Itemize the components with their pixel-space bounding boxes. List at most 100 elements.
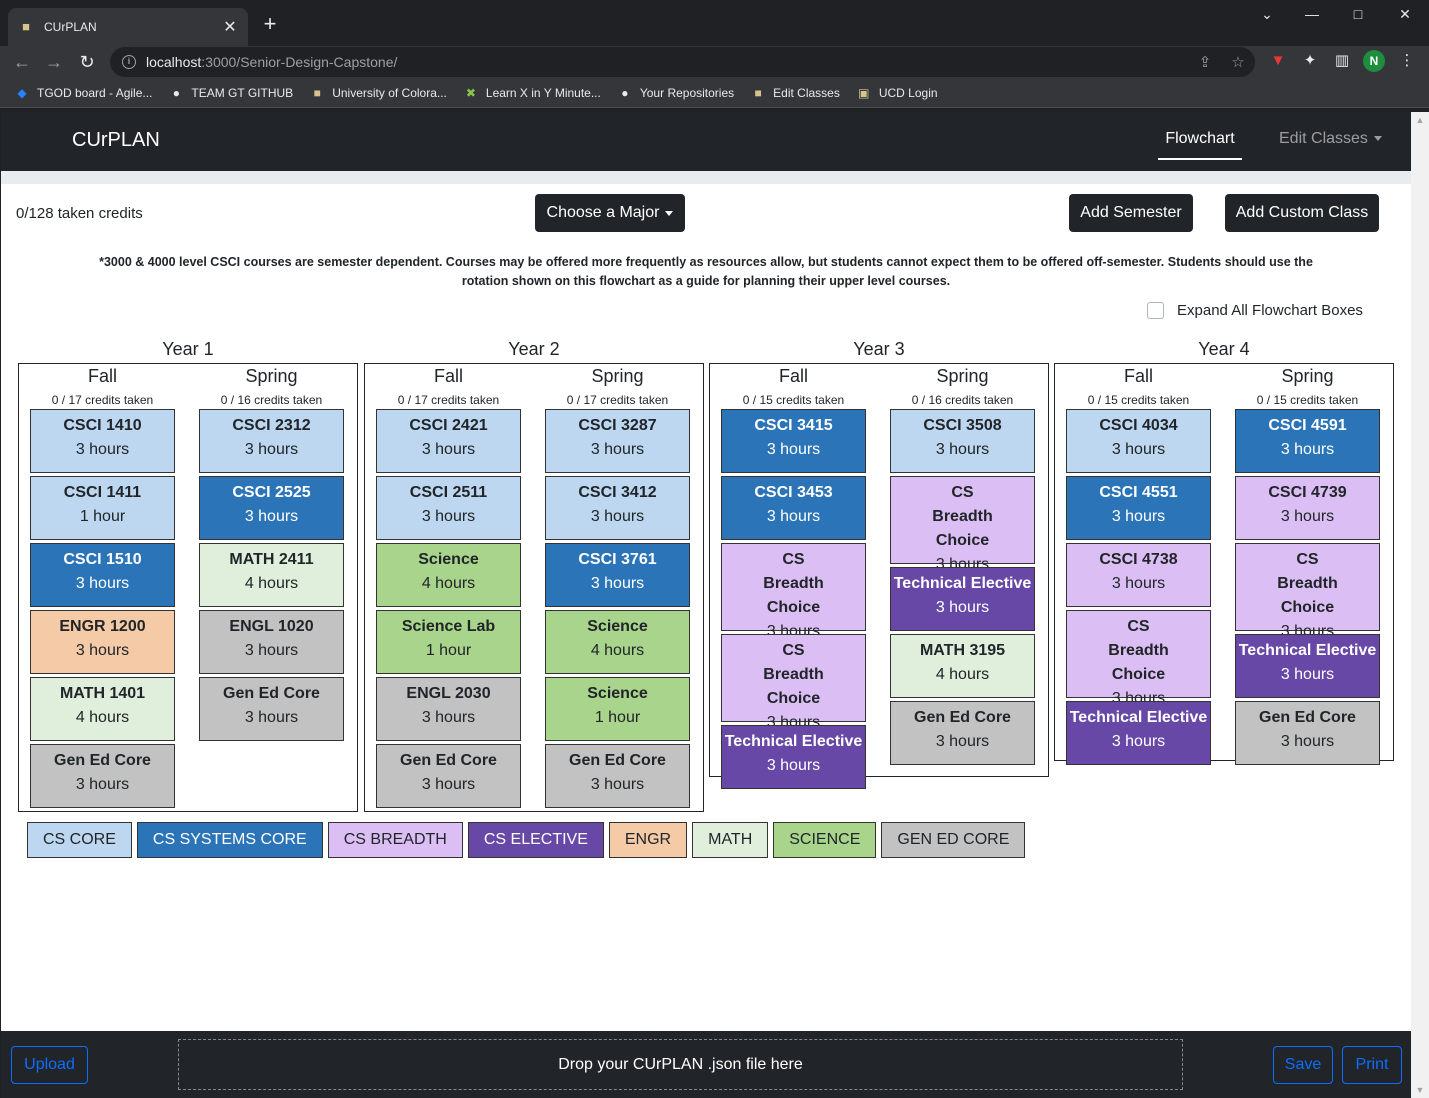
bookmark-label: Your Repositories	[639, 85, 735, 100]
course-box[interactable]: CS Breadth Choice 3 hours	[721, 634, 866, 731]
bookmark-item[interactable]: ◆ TGOD board - Agile...	[14, 85, 152, 101]
course-box[interactable]: CSCI 3412 3 hours	[545, 476, 690, 540]
course-box[interactable]: MATH 3195 4 hours	[890, 634, 1035, 698]
expand-all-toggle[interactable]: Expand All Flowchart Boxes	[1147, 302, 1363, 319]
course-box[interactable]: CSCI 2511 3 hours	[376, 476, 521, 540]
print-button[interactable]: Print	[1342, 1046, 1402, 1084]
brand-logo[interactable]: CUrPLAN	[72, 129, 160, 152]
course-box[interactable]: Technical Elective 3 hours	[1235, 634, 1380, 698]
course-box[interactable]: MATH 1401 4 hours	[30, 677, 175, 741]
browser-tab[interactable]: ■ CUrPLAN ✕	[8, 8, 248, 46]
json-dropzone[interactable]: Drop your CUrPLAN .json file here	[178, 1039, 1183, 1090]
share-icon[interactable]: ⇪	[1195, 53, 1215, 71]
course-hours: 4 hours	[935, 666, 990, 683]
course-box[interactable]: CSCI 4034 3 hours	[1066, 409, 1211, 473]
bookmark-item[interactable]: ■ Edit Classes	[750, 85, 840, 101]
course-box[interactable]: CSCI 4739 3 hours	[1235, 476, 1380, 540]
course-box[interactable]: CSCI 2421 3 hours	[376, 409, 521, 473]
year-title: Year 2	[508, 339, 560, 359]
forward-icon[interactable]: →	[42, 50, 66, 74]
side-panel-icon[interactable]: ▥	[1331, 50, 1353, 72]
course-box[interactable]: Gen Ed Core 3 hours	[376, 744, 521, 808]
course-box[interactable]: CSCI 2525 3 hours	[199, 476, 344, 540]
course-box[interactable]: ENGR 1200 3 hours	[30, 610, 175, 674]
bookmark-item[interactable]: ■ University of Colora...	[309, 85, 447, 101]
course-name: CSCI 3508	[923, 417, 1002, 434]
course-box[interactable]: CS Breadth Choice 3 hours	[890, 476, 1035, 573]
ucd-icon: ▣	[858, 85, 870, 100]
course-name: CSCI 2312	[232, 417, 311, 434]
bookmark-item[interactable]: ▣ UCD Login	[856, 85, 937, 101]
course-box[interactable]: Gen Ed Core 3 hours	[545, 744, 690, 808]
course-box[interactable]: Gen Ed Core 3 hours	[199, 677, 344, 741]
semester-credits: 0 / 17 credits taken	[566, 393, 669, 407]
info-icon[interactable]: i	[122, 55, 136, 69]
course-name: Gen Ed Core	[223, 685, 320, 702]
scroll-down-icon[interactable]: ▼	[1411, 1082, 1429, 1098]
course-box[interactable]: Technical Elective 3 hours	[890, 567, 1035, 631]
course-box[interactable]: Gen Ed Core 3 hours	[890, 701, 1035, 765]
bookmark-item[interactable]: ✖ Learn X in Y Minute...	[463, 85, 601, 101]
close-window-icon[interactable]: ✕	[1390, 6, 1420, 23]
bookmark-item[interactable]: ● TEAM GT GITHUB	[168, 85, 293, 101]
course-box[interactable]: Gen Ed Core 3 hours	[30, 744, 175, 808]
course-box[interactable]: CSCI 3453 3 hours	[721, 476, 866, 540]
pocket-extension-icon[interactable]: ▼	[1267, 50, 1289, 72]
minimize-icon[interactable]: —	[1297, 6, 1327, 22]
course-box[interactable]: CSCI 1411 1 hour	[30, 476, 175, 540]
tab-search-icon[interactable]: ⌄	[1252, 6, 1282, 23]
new-tab-button[interactable]: +	[258, 12, 282, 36]
course-box[interactable]: CSCI 1510 3 hours	[30, 543, 175, 607]
nav-flowchart[interactable]: Flowchart	[1158, 130, 1242, 160]
nav-edit-classes-dropdown[interactable]: Edit Classes	[1279, 130, 1382, 148]
extensions-puzzle-icon[interactable]: ✦	[1299, 50, 1321, 72]
course-box[interactable]: CSCI 3761 3 hours	[545, 543, 690, 607]
add-custom-class-button[interactable]: Add Custom Class	[1225, 194, 1379, 232]
scroll-up-icon[interactable]: ▲	[1411, 112, 1429, 128]
course-box[interactable]: ENGL 1020 3 hours	[199, 610, 344, 674]
course-box[interactable]: CSCI 2312 3 hours	[199, 409, 344, 473]
reload-icon[interactable]: ↻	[75, 50, 99, 74]
course-box[interactable]: Gen Ed Core 3 hours	[1235, 701, 1380, 765]
course-hours: 3 hours	[75, 441, 130, 458]
course-box[interactable]: Science 4 hours	[545, 610, 690, 674]
github-icon: ●	[172, 85, 181, 100]
profile-avatar[interactable]: N	[1363, 50, 1385, 72]
course-box[interactable]: Science 1 hour	[545, 677, 690, 741]
course-box[interactable]: CSCI 3508 3 hours	[890, 409, 1035, 473]
bookmark-item[interactable]: ● Your Repositories	[617, 85, 734, 101]
course-box[interactable]: Technical Elective 3 hours	[721, 725, 866, 789]
course-hours: 3 hours	[1111, 441, 1166, 458]
tab-title: CUrPLAN	[44, 20, 97, 34]
course-box[interactable]: CSCI 3287 3 hours	[545, 409, 690, 473]
address-bar[interactable]: i localhost:3000/Senior-Design-Capstone/…	[110, 47, 1255, 77]
course-box[interactable]: CSCI 4738 3 hours	[1066, 543, 1211, 607]
navbar-divider	[1, 171, 1411, 184]
course-box[interactable]: MATH 2411 4 hours	[199, 543, 344, 607]
menu-kebab-icon[interactable]: ⋮	[1396, 50, 1418, 72]
choose-major-button[interactable]: Choose a Major	[535, 194, 685, 232]
course-hours: 3 hours	[1111, 508, 1166, 525]
course-box[interactable]: CS Breadth Choice 3 hours	[1066, 610, 1211, 707]
course-box[interactable]: CSCI 4551 3 hours	[1066, 476, 1211, 540]
semester-credits: 0 / 15 credits taken	[1256, 393, 1359, 407]
course-box[interactable]: ENGL 2030 3 hours	[376, 677, 521, 741]
course-box[interactable]: Science 4 hours	[376, 543, 521, 607]
add-semester-button[interactable]: Add Semester	[1069, 194, 1193, 232]
course-name: CSCI 4739	[1268, 484, 1347, 501]
back-icon[interactable]: ←	[10, 50, 34, 74]
course-box[interactable]: CS Breadth Choice 3 hours	[1235, 543, 1380, 640]
expand-all-checkbox[interactable]	[1147, 302, 1164, 319]
course-box[interactable]: CSCI 3415 3 hours	[721, 409, 866, 473]
bookmark-star-icon[interactable]: ☆	[1228, 53, 1248, 71]
page-scrollbar[interactable]: ▲ ▼	[1411, 112, 1429, 1098]
save-button[interactable]: Save	[1273, 1046, 1333, 1084]
course-box[interactable]: Science Lab 1 hour	[376, 610, 521, 674]
course-box[interactable]: CS Breadth Choice 3 hours	[721, 543, 866, 640]
course-box[interactable]: CSCI 4591 3 hours	[1235, 409, 1380, 473]
upload-button[interactable]: Upload	[11, 1046, 88, 1084]
maximize-icon[interactable]: □	[1343, 6, 1373, 22]
course-box[interactable]: Technical Elective 3 hours	[1066, 701, 1211, 765]
close-tab-icon[interactable]: ✕	[222, 17, 238, 37]
course-box[interactable]: CSCI 1410 3 hours	[30, 409, 175, 473]
